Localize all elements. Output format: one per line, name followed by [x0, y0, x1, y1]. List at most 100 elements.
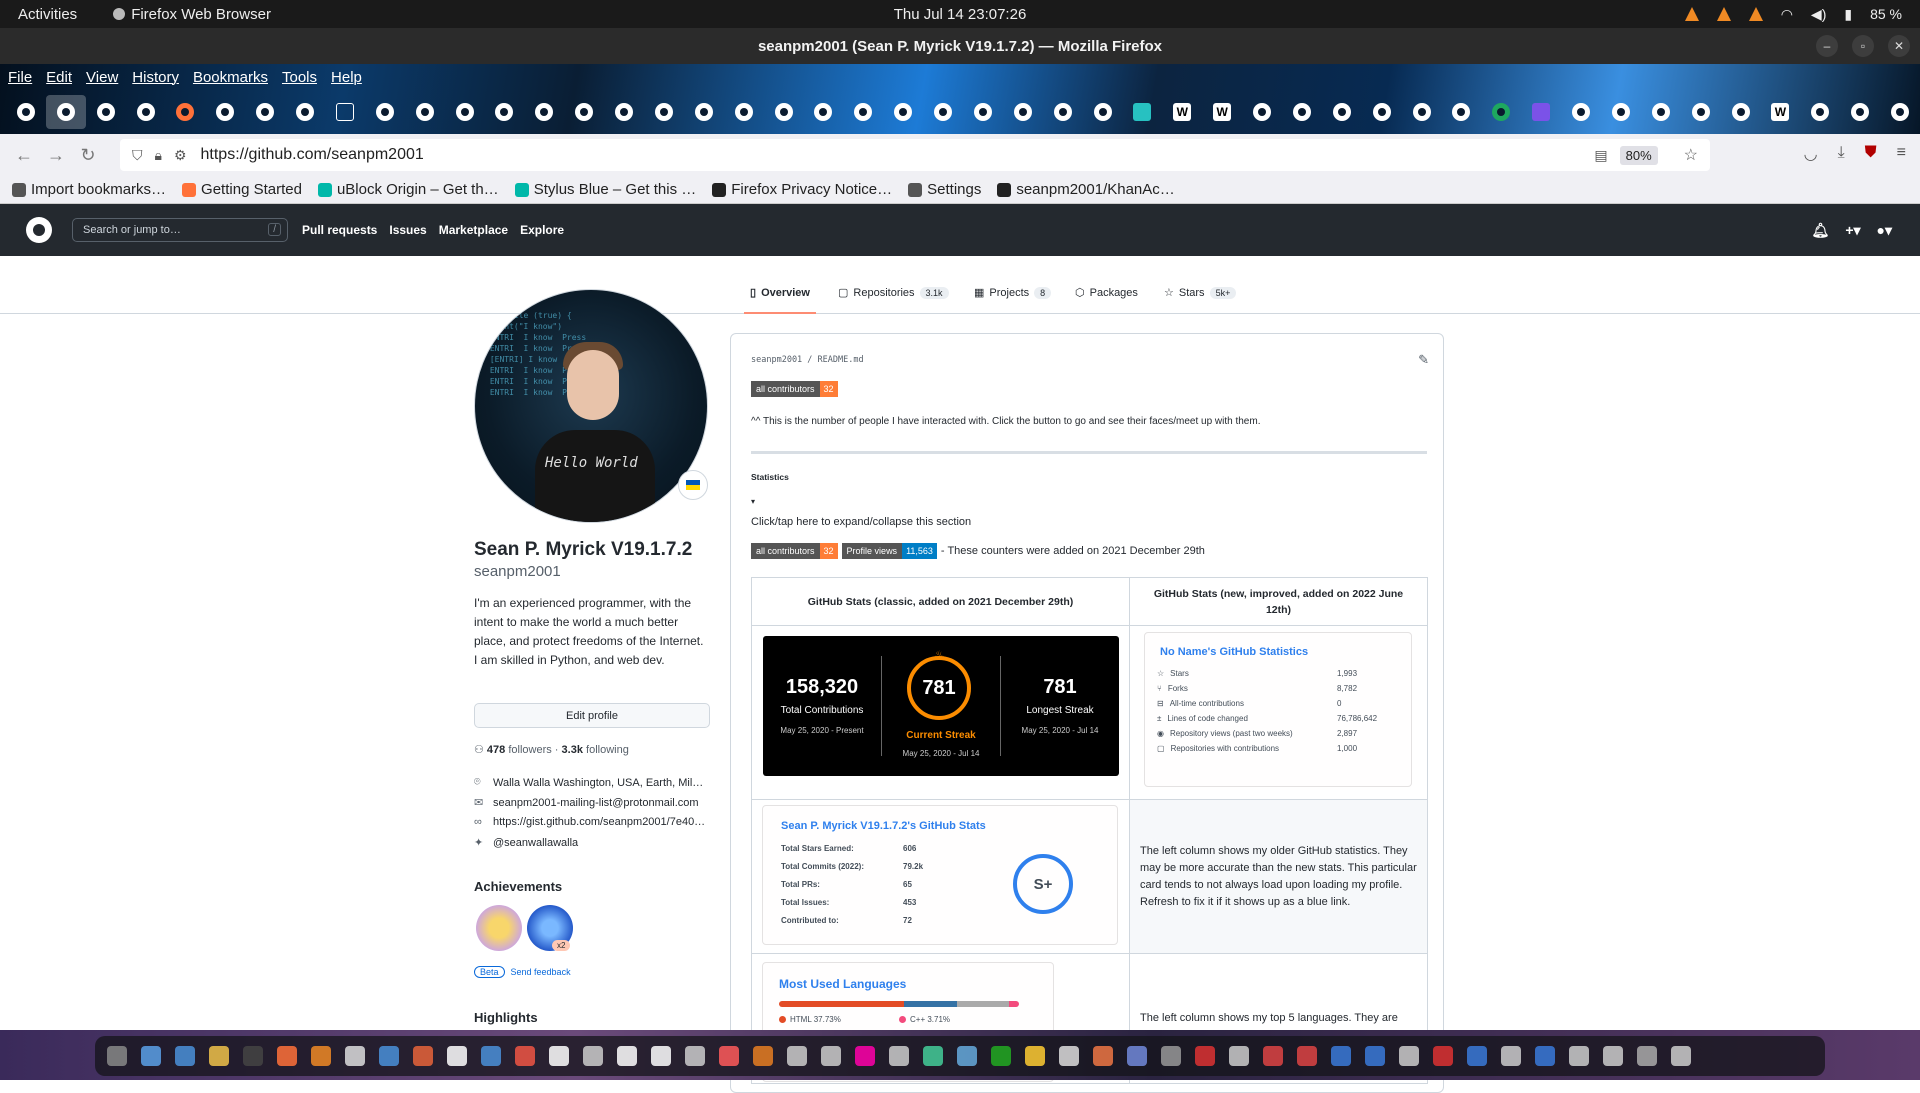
- url-bar[interactable]: ⛉ 🔒︎ ⚙ https://github.com/seanpm2001 ▤ 8…: [120, 139, 1710, 171]
- app-menu[interactable]: Firefox Web Browser: [113, 6, 271, 23]
- tab-overview[interactable]: ▯ Overview: [744, 286, 816, 314]
- close-button[interactable]: ✕: [1888, 35, 1910, 57]
- reader-view-icon[interactable]: ▤: [1594, 147, 1607, 164]
- browser-tab[interactable]: [804, 95, 844, 129]
- browser-tab[interactable]: [126, 95, 166, 129]
- dock-app-icon[interactable]: [1365, 1046, 1385, 1066]
- browser-tab[interactable]: [963, 95, 1003, 129]
- browser-tab[interactable]: [564, 95, 604, 129]
- menu-help[interactable]: Help: [331, 69, 362, 86]
- browser-tab[interactable]: [1362, 95, 1402, 129]
- browser-tab[interactable]: W: [1761, 95, 1801, 129]
- edit-readme-pencil-icon[interactable]: ✎: [1418, 352, 1429, 368]
- browser-tab[interactable]: [6, 95, 46, 129]
- menu-history[interactable]: History: [132, 69, 179, 86]
- vlc-icon[interactable]: [1684, 7, 1699, 21]
- browser-tab[interactable]: [86, 95, 126, 129]
- dock-app-icon[interactable]: [1297, 1046, 1317, 1066]
- dock-app-icon[interactable]: [209, 1046, 229, 1066]
- dock-app-icon[interactable]: [651, 1046, 671, 1066]
- dock-app-icon[interactable]: [821, 1046, 841, 1066]
- browser-tab[interactable]: [1800, 95, 1840, 129]
- nav-explore[interactable]: Explore: [520, 223, 564, 237]
- lock-icon[interactable]: 🔒︎: [155, 147, 162, 164]
- bookmark-item[interactable]: seanpm2001/KhanAc…: [997, 181, 1175, 198]
- dock-app-icon[interactable]: [1671, 1046, 1691, 1066]
- status-flag-icon[interactable]: [678, 470, 708, 500]
- achievements-heading[interactable]: Achievements: [474, 879, 562, 894]
- bookmark-item[interactable]: Settings: [908, 181, 981, 198]
- browser-tab[interactable]: [1123, 95, 1163, 129]
- ublock-icon[interactable]: ⛊: [1865, 144, 1877, 164]
- browser-tab[interactable]: [285, 95, 325, 129]
- tab-packages[interactable]: ⬡ Packages: [1075, 286, 1138, 300]
- browser-tab[interactable]: [1402, 95, 1442, 129]
- pocket-icon[interactable]: ◡: [1804, 144, 1818, 164]
- battery-icon[interactable]: ▮: [1844, 6, 1852, 23]
- clock[interactable]: Thu Jul 14 23:07:26: [0, 6, 1920, 23]
- nav-issues[interactable]: Issues: [389, 223, 426, 237]
- dock-app-icon[interactable]: [1161, 1046, 1181, 1066]
- downloads-icon[interactable]: ⤓: [1838, 144, 1845, 164]
- dock-app-icon[interactable]: [515, 1046, 535, 1066]
- browser-tab[interactable]: [365, 95, 405, 129]
- back-button[interactable]: ←: [8, 145, 40, 166]
- dock-app-icon[interactable]: [1059, 1046, 1079, 1066]
- menu-bookmarks[interactable]: Bookmarks: [193, 69, 268, 86]
- browser-tab[interactable]: [1083, 95, 1123, 129]
- browser-tab[interactable]: [843, 95, 883, 129]
- browser-tab[interactable]: [764, 95, 804, 129]
- browser-tab[interactable]: [1561, 95, 1601, 129]
- zoom-level[interactable]: 80%: [1619, 145, 1658, 165]
- followers-count[interactable]: 478: [487, 744, 505, 756]
- browser-tab[interactable]: W: [1202, 95, 1242, 129]
- browser-tab[interactable]: [485, 95, 525, 129]
- browser-tab[interactable]: [1322, 95, 1362, 129]
- browser-tab[interactable]: [205, 95, 245, 129]
- dock-app-icon[interactable]: [1025, 1046, 1045, 1066]
- all-contributors-badge-2[interactable]: all contributors 32: [751, 543, 838, 559]
- dock-app-icon[interactable]: [1501, 1046, 1521, 1066]
- vlc-icon[interactable]: [1716, 7, 1731, 21]
- details-toggle-marker[interactable]: ▾: [751, 497, 755, 506]
- readme-path-file[interactable]: README.md: [818, 355, 864, 365]
- bookmark-star-icon[interactable]: ☆: [1684, 145, 1698, 165]
- github-logo-icon[interactable]: [26, 217, 52, 243]
- menu-view[interactable]: View: [86, 69, 118, 86]
- dock-app-icon[interactable]: [175, 1046, 195, 1066]
- browser-tab[interactable]: W: [1162, 95, 1202, 129]
- dock-app-icon[interactable]: [447, 1046, 467, 1066]
- system-tray[interactable]: ◠ ◀) ▮ 85 %: [1684, 6, 1902, 23]
- maximize-button[interactable]: ▫: [1852, 35, 1874, 57]
- volume-icon[interactable]: ◀): [1811, 6, 1826, 23]
- dock-app-icon[interactable]: [685, 1046, 705, 1066]
- dock-app-icon[interactable]: [1399, 1046, 1419, 1066]
- dock-app-icon[interactable]: [277, 1046, 297, 1066]
- browser-tab[interactable]: [1481, 95, 1521, 129]
- bookmark-item[interactable]: Getting Started: [182, 181, 302, 198]
- tab-projects[interactable]: ▦ Projects 8: [974, 286, 1052, 299]
- details-summary[interactable]: Click/tap here to expand/collapse this s…: [751, 516, 971, 528]
- dock-app-icon[interactable]: [719, 1046, 739, 1066]
- browser-tab[interactable]: [1442, 95, 1482, 129]
- dock-app-icon[interactable]: [923, 1046, 943, 1066]
- bookmark-item[interactable]: Stylus Blue – Get this …: [514, 181, 696, 198]
- dock-app-icon[interactable]: [889, 1046, 909, 1066]
- vlc-icon[interactable]: [1748, 7, 1763, 21]
- profile-views-badge[interactable]: Profile views 11,563: [841, 543, 937, 559]
- search-input[interactable]: Search or jump to… /: [72, 218, 288, 242]
- dock-app-icon[interactable]: [1229, 1046, 1249, 1066]
- dock-app-icon[interactable]: [617, 1046, 637, 1066]
- browser-tab[interactable]: [1003, 95, 1043, 129]
- email-link[interactable]: seanpm2001-mailing-list@protonmail.com: [493, 797, 699, 809]
- readme-path-user[interactable]: seanpm2001: [751, 355, 802, 365]
- dock-app-icon[interactable]: [1569, 1046, 1589, 1066]
- user-menu-avatar[interactable]: ●▾: [1877, 222, 1892, 239]
- bookmark-item[interactable]: uBlock Origin – Get th…: [317, 181, 499, 198]
- browser-tab[interactable]: [1880, 95, 1920, 129]
- dock-app-icon[interactable]: [1195, 1046, 1215, 1066]
- dock-app-icon[interactable]: [1263, 1046, 1283, 1066]
- browser-tab[interactable]: [1840, 95, 1880, 129]
- new-stats-card[interactable]: No Name's GitHub Statistics ☆ Stars 1,993 ⑂…: [1144, 632, 1412, 787]
- browser-tab[interactable]: [1601, 95, 1641, 129]
